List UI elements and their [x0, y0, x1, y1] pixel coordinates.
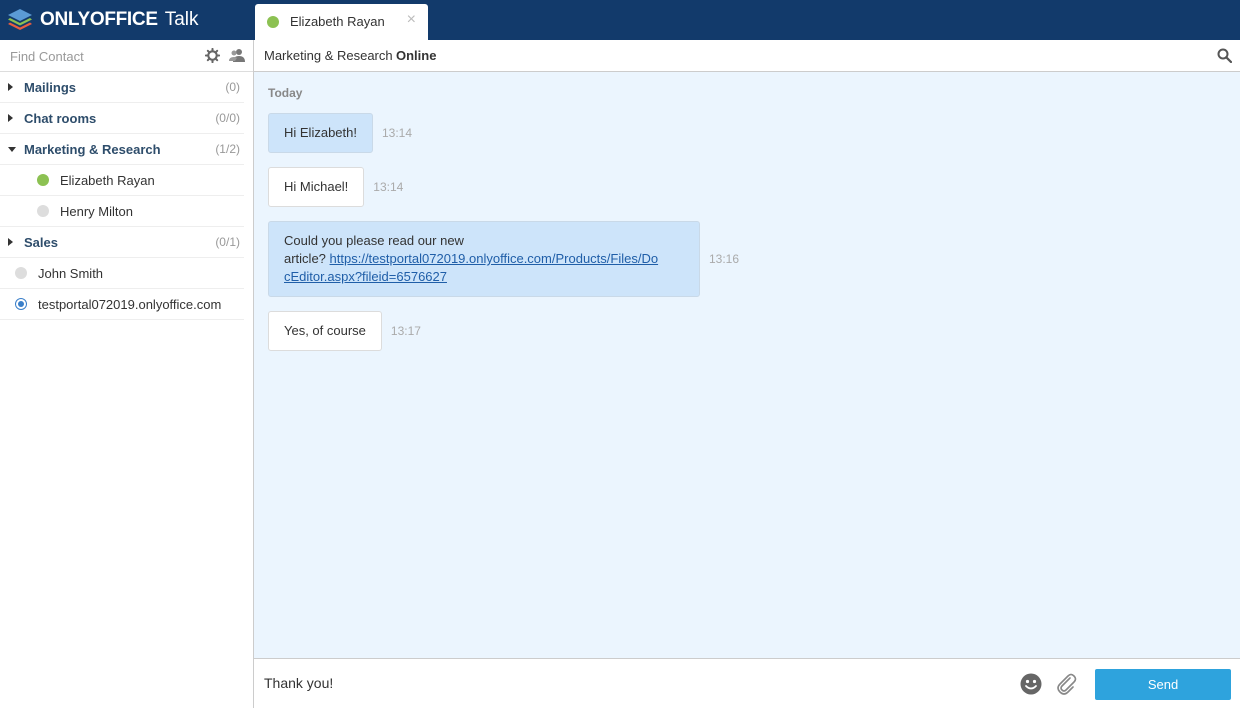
- brand: ONLYOFFICE Talk: [6, 7, 199, 33]
- group-chat-rooms[interactable]: Chat rooms (0/0): [0, 103, 244, 134]
- online-status-icon: [37, 174, 49, 186]
- message-link[interactable]: https://testportal072019.onlyoffice.com/…: [284, 251, 658, 284]
- contact-elizabeth-rayan[interactable]: Elizabeth Rayan: [0, 165, 244, 196]
- send-button[interactable]: Send: [1095, 669, 1231, 700]
- brand-name: ONLYOFFICE: [40, 9, 158, 30]
- message: Yes, of course 13:17: [268, 311, 421, 351]
- group-label: Mailings: [24, 80, 77, 95]
- group-sales[interactable]: Sales (0/1): [0, 227, 244, 258]
- self-status-icon: [15, 298, 27, 310]
- message-bubble-outgoing: Hi Elizabeth!: [268, 113, 373, 153]
- group-label: Marketing & Research: [24, 142, 161, 157]
- offline-status-icon: [37, 205, 49, 217]
- group-count: (0/0): [215, 111, 240, 125]
- message-time: 13:14: [381, 126, 413, 140]
- contact-henry-milton[interactable]: Henry Milton: [0, 196, 244, 227]
- message-time: 13:16: [709, 252, 740, 266]
- paperclip-icon[interactable]: [1054, 672, 1078, 696]
- group-label: Sales: [24, 235, 58, 250]
- contact-john-smith[interactable]: John Smith: [0, 258, 244, 289]
- brand-product: Talk: [164, 9, 199, 30]
- contact-search-row: [0, 40, 253, 72]
- message: Hi Michael! 13:14: [268, 167, 403, 207]
- search-icon[interactable]: [1217, 48, 1232, 63]
- contact-label: Elizabeth Rayan: [60, 173, 155, 188]
- group-count: (1/2): [215, 142, 240, 156]
- contact-label: testportal072019.onlyoffice.com: [38, 297, 222, 312]
- smile-icon[interactable]: [1020, 673, 1042, 695]
- message: Could you please read our new article? h…: [268, 221, 739, 297]
- chat-status: Online: [396, 48, 437, 63]
- chevron-right-icon: [8, 83, 13, 91]
- chat-group-name: Marketing & Research: [264, 48, 393, 63]
- contact-self-account[interactable]: testportal072019.onlyoffice.com: [0, 289, 244, 320]
- contact-label: Henry Milton: [60, 204, 133, 219]
- contacts-icon[interactable]: [229, 48, 245, 63]
- chevron-right-icon: [8, 114, 13, 122]
- sidebar: Mailings (0) Chat rooms (0/0) Marketing …: [0, 40, 254, 708]
- tab-elizabeth-rayan[interactable]: Elizabeth Rayan ×: [255, 4, 428, 40]
- group-marketing-research[interactable]: Marketing & Research (1/2): [0, 134, 244, 165]
- link-text: https://testportal072019.onlyoffice.com/…: [329, 251, 659, 266]
- message-composer: Send: [254, 658, 1240, 709]
- message-text: Could you please read our new: [284, 233, 464, 248]
- gear-icon[interactable]: [205, 48, 220, 63]
- message-time: 13:14: [373, 180, 404, 194]
- message-input[interactable]: [264, 673, 964, 693]
- chevron-right-icon: [8, 238, 13, 246]
- message-bubble-outgoing: Could you please read our new article? h…: [268, 221, 700, 297]
- message-area[interactable]: Today Hi Elizabeth! 13:14 Hi Michael! 13…: [254, 72, 1240, 658]
- chevron-down-icon: [8, 147, 16, 152]
- onlyoffice-logo-icon: [8, 9, 32, 30]
- top-bar: ONLYOFFICE Talk Elizabeth Rayan ×: [0, 0, 1240, 40]
- message: Hi Elizabeth! 13:14: [268, 113, 412, 153]
- online-status-icon: [267, 16, 279, 28]
- contact-label: John Smith: [38, 266, 104, 281]
- find-contact-input[interactable]: [10, 47, 190, 65]
- message-bubble-incoming: Hi Michael!: [268, 167, 365, 207]
- message-time: 13:17: [390, 324, 421, 338]
- day-separator: Today: [268, 86, 303, 100]
- group-count: (0/1): [215, 235, 240, 249]
- chat-header: Marketing & Research Online: [254, 40, 1240, 72]
- group-count: (0): [225, 80, 240, 94]
- tab-label: Elizabeth Rayan: [290, 14, 385, 29]
- group-label: Chat rooms: [24, 111, 97, 126]
- message-bubble-incoming: Yes, of course: [268, 311, 382, 351]
- link-text: cEditor.aspx?fileid=6576627: [284, 269, 447, 284]
- message-text: article?: [284, 251, 330, 266]
- contact-list: Mailings (0) Chat rooms (0/0) Marketing …: [0, 72, 253, 320]
- close-icon[interactable]: ×: [407, 12, 416, 28]
- group-mailings[interactable]: Mailings (0): [0, 72, 244, 103]
- offline-status-icon: [15, 267, 27, 279]
